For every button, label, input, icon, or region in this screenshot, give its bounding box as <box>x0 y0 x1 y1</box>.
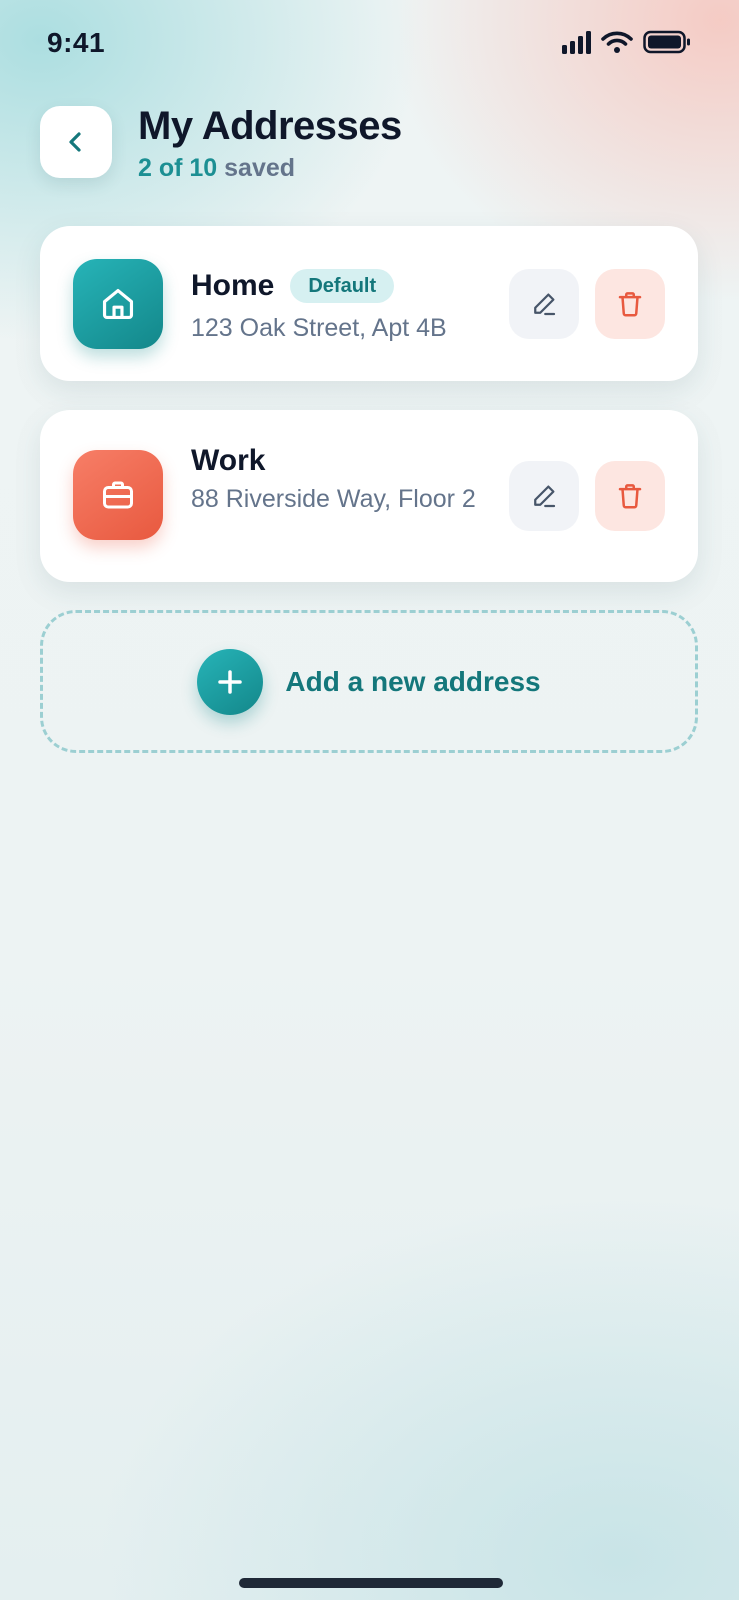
default-badge: Default <box>290 269 395 303</box>
address-label: Home <box>191 269 275 302</box>
card-text: Work 88 Riverside Way, Floor 2 <box>191 443 491 515</box>
pencil-icon <box>534 293 556 316</box>
address-line: 123 Oak Street, Apt 4B <box>191 314 447 342</box>
back-button[interactable] <box>40 106 112 178</box>
briefcase-icon <box>103 481 133 509</box>
home-indicator[interactable] <box>239 1578 503 1588</box>
wifi-icon <box>601 30 633 54</box>
address-card-work[interactable]: Work 88 Riverside Way, Floor 2 <box>40 410 698 582</box>
chevron-left-icon <box>69 132 81 152</box>
home-icon-tile <box>73 259 163 349</box>
delete-button[interactable] <box>595 461 665 531</box>
saved-count: 2 of 10 <box>138 154 218 182</box>
card-text: Home Default 123 Oak Street, Apt 4B <box>191 268 491 344</box>
card-title-row: Work <box>191 443 491 479</box>
page-title: My Addresses <box>138 104 402 148</box>
home-icon <box>102 288 134 320</box>
status-time: 9:41 <box>47 27 106 58</box>
delete-button[interactable] <box>595 269 665 339</box>
add-address-button[interactable]: Add a new address <box>40 610 698 753</box>
address-label: Work <box>191 444 266 477</box>
signal-icon <box>562 30 591 54</box>
trash-icon <box>618 484 642 509</box>
plus-icon <box>218 669 243 694</box>
pencil-icon <box>534 485 556 508</box>
trash-icon <box>618 292 642 317</box>
battery-icon <box>643 30 691 54</box>
address-card-home[interactable]: Home Default 123 Oak Street, Apt 4B <box>40 226 698 381</box>
edit-button[interactable] <box>509 269 579 339</box>
address-line: 88 Riverside Way, Floor 2 <box>191 485 476 513</box>
saved-suffix: saved <box>224 154 296 182</box>
work-icon-tile <box>73 450 163 540</box>
page-subtitle: 2 of 10 saved <box>138 154 295 183</box>
edit-button[interactable] <box>509 461 579 531</box>
card-title-row: Home Default <box>191 268 491 304</box>
status-icons <box>562 30 691 54</box>
add-address-label: Add a new address <box>285 665 541 697</box>
add-plus-circle <box>197 648 264 715</box>
status-bar: 9:41 <box>0 0 739 90</box>
